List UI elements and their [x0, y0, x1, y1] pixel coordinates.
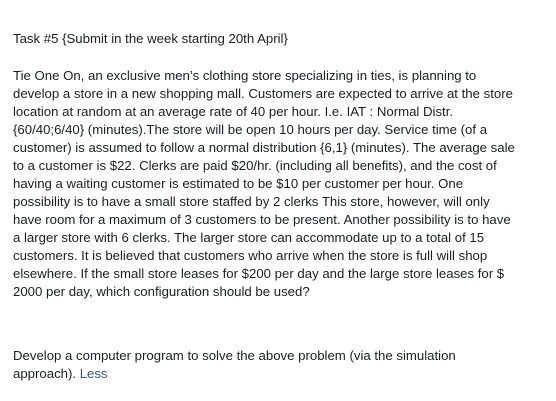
paragraph-line: elsewhere. If the small store leases for…	[13, 266, 505, 281]
less-link[interactable]: Less	[80, 366, 108, 381]
paragraph-line: customer) is assumed to follow a normal …	[13, 140, 515, 155]
instruction-line: Develop a computer program to solve the …	[13, 348, 456, 363]
paragraph-line: location at random at an average rate of…	[13, 104, 454, 119]
paragraph-line: have room for a maximum of 3 customers t…	[13, 212, 511, 227]
paragraph-line: to a customer is $22. Clerks are paid $2…	[13, 158, 497, 173]
paragraph-line: 2000 per day, which configuration should…	[13, 284, 310, 299]
post-content: Task #5 {Submit in the week starting 20t…	[0, 0, 556, 401]
paragraph-line: {60/40;6/40} (minutes).The store will be…	[13, 122, 488, 137]
task-title: Task #5 {Submit in the week starting 20t…	[13, 31, 288, 46]
paragraph-line: develop a store in a new shopping mall. …	[13, 86, 513, 101]
instruction-line-last: approach). Less	[13, 365, 456, 383]
instruction-text: approach).	[13, 366, 77, 381]
paragraph-line: a larger store with 6 clerks. The larger…	[13, 230, 485, 245]
instruction-paragraph: Develop a computer program to solve the …	[13, 347, 456, 383]
problem-paragraph: Tie One On, an exclusive men’s clothing …	[13, 67, 515, 301]
paragraph-line: customers. It is believed that customers…	[13, 248, 488, 263]
paragraph-line: possibility is to have a small store sta…	[13, 194, 490, 209]
paragraph-line: Tie One On, an exclusive men’s clothing …	[13, 68, 477, 83]
paragraph-line: having a waiting customer is estimated t…	[13, 176, 464, 191]
